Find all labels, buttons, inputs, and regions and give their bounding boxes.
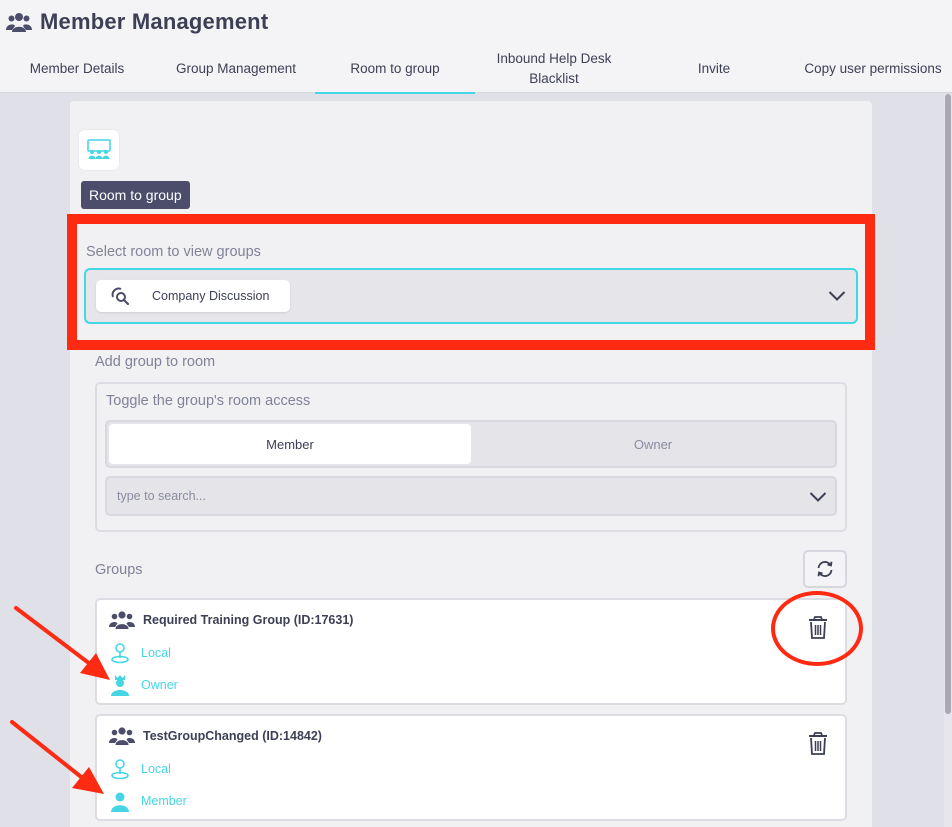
group-name: TestGroupChanged (ID:14842): [143, 729, 322, 743]
group-name-row: TestGroupChanged (ID:14842): [109, 726, 322, 746]
group-role: Owner: [141, 678, 178, 692]
tab-room-to-group[interactable]: Room to group: [315, 44, 475, 94]
group-card: TestGroupChanged (ID:14842) Local Member: [95, 714, 847, 821]
access-toggle: Member Owner: [105, 420, 837, 468]
add-group-label: Add group to room: [95, 354, 216, 370]
group-role-row: Owner: [109, 674, 178, 696]
selected-room-chip[interactable]: Company Discussion: [96, 280, 290, 312]
people-icon: [109, 611, 135, 629]
refresh-button[interactable]: [803, 550, 847, 588]
group-role: Member: [141, 794, 187, 808]
group-name: Required Training Group (ID:17631): [143, 613, 354, 627]
room-search-icon: [111, 287, 130, 306]
group-scope: Local: [141, 762, 171, 776]
member-user-icon: [111, 792, 129, 812]
select-room-label: Select room to view groups: [86, 244, 261, 260]
groups-label: Groups: [95, 562, 143, 578]
tab-bar: Member Details Group Management Room to …: [0, 44, 952, 94]
chevron-down-icon[interactable]: [809, 491, 827, 503]
room-select[interactable]: Company Discussion: [84, 268, 858, 324]
page-title: Member Management: [40, 9, 269, 34]
chevron-down-icon[interactable]: [828, 290, 846, 302]
page-header: Member Management Member Details Group M…: [0, 0, 952, 94]
group-scope-row: Local: [109, 758, 171, 780]
trash-icon[interactable]: [807, 732, 829, 756]
group-search-input[interactable]: [117, 486, 777, 506]
toggle-access-label: Toggle the group's room access: [106, 393, 311, 409]
people-icon: [6, 13, 32, 32]
refresh-icon: [817, 561, 833, 577]
group-name-row: Required Training Group (ID:17631): [109, 610, 353, 630]
conference-room-icon: [87, 139, 111, 159]
trash-icon[interactable]: [807, 616, 829, 640]
selected-room-label: Company Discussion: [152, 289, 270, 303]
page-title-row: Member Management: [6, 9, 268, 35]
toggle-owner-option[interactable]: Owner: [473, 424, 833, 464]
people-icon: [109, 727, 135, 745]
tab-copy-user-permissions[interactable]: Copy user permissions: [798, 44, 948, 94]
group-role-row: Member: [109, 790, 187, 812]
group-scope: Local: [141, 646, 171, 660]
tab-group-management[interactable]: Group Management: [158, 44, 314, 94]
owner-crown-user-icon: [111, 675, 129, 696]
tab-member-details[interactable]: Member Details: [2, 44, 152, 94]
tab-invite[interactable]: Invite: [640, 44, 788, 94]
group-scope-row: Local: [109, 642, 171, 664]
scrollbar-thumb[interactable]: [945, 94, 951, 714]
group-search-select[interactable]: [105, 476, 837, 516]
location-pin-icon: [111, 759, 129, 780]
section-icon-box: [79, 130, 119, 170]
group-card: Required Training Group (ID:17631) Local…: [95, 598, 847, 705]
toggle-member-option[interactable]: Member: [109, 424, 471, 464]
location-pin-icon: [111, 643, 129, 664]
section-badge: Room to group: [81, 181, 190, 209]
tab-inbound-help-desk-blacklist[interactable]: Inbound Help Desk Blacklist: [484, 44, 624, 94]
scrollbar[interactable]: [944, 94, 952, 827]
